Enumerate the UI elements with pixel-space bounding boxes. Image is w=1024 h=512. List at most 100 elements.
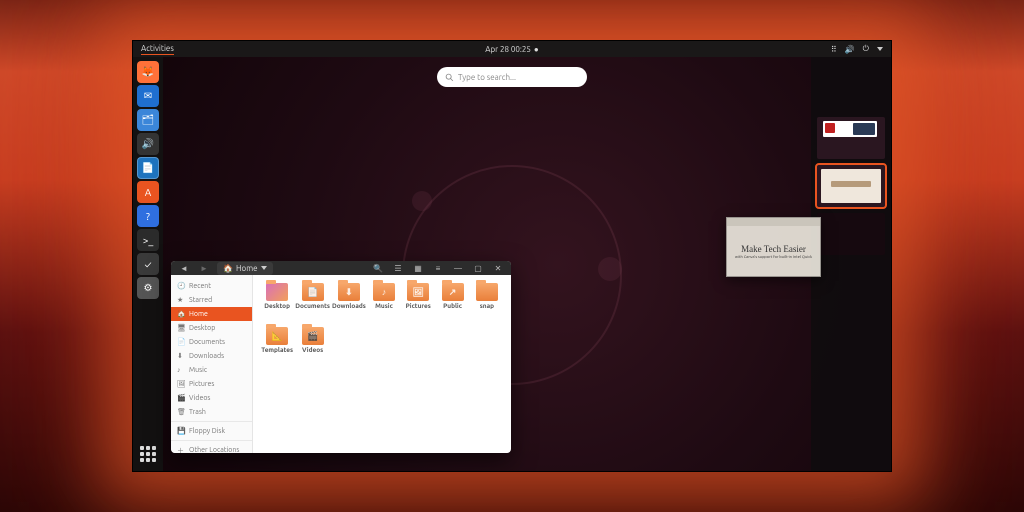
- sidebar-item-floppy-disk[interactable]: 💾 Floppy Disk: [171, 421, 252, 438]
- pictures-icon: 🖼: [177, 380, 185, 388]
- sidebar-item-label: Home: [189, 310, 208, 318]
- search-icon: [445, 73, 454, 82]
- workspace-thumb-2[interactable]: [817, 165, 885, 207]
- trash-icon: 🗑: [177, 408, 185, 416]
- sidebar-item-trash[interactable]: 🗑Trash: [171, 405, 252, 419]
- downloads-icon: ⬇: [177, 352, 185, 360]
- sidebar-item-starred[interactable]: ★Starred: [171, 293, 252, 307]
- dragged-window-title: Make Tech Easier: [741, 244, 806, 254]
- hamburger-button[interactable]: ≡: [431, 261, 445, 275]
- rhythmbox-icon[interactable]: 🔊: [137, 133, 159, 155]
- folder-icon: [266, 283, 288, 301]
- folder-snap[interactable]: snap: [471, 283, 503, 323]
- folder-documents[interactable]: 📄 Documents: [295, 283, 330, 323]
- workspace-switcher: [811, 57, 891, 471]
- folder-label: Desktop: [264, 303, 290, 310]
- sidebar-item-music[interactable]: ♪ Music: [171, 363, 252, 377]
- search-button[interactable]: 🔍: [371, 261, 385, 275]
- folder-icon: 📄: [302, 283, 324, 301]
- folder-public[interactable]: ↗Public: [436, 283, 468, 323]
- path-chevron-icon: [261, 266, 267, 270]
- workspace-thumb-3[interactable]: [817, 213, 885, 255]
- files-window[interactable]: ◄ ► 🏠 Home 🔍 ☰ ▦ ≡ — ▢ ✕: [171, 261, 511, 453]
- software-icon[interactable]: A: [137, 181, 159, 203]
- files-sidebar: 🕘Recent★Starred 🏠 Home 🖥Desktop 📄 Documents ⬇ D…: [171, 275, 253, 453]
- folder-downloads[interactable]: ⬇Downloads: [332, 283, 366, 323]
- top-bar: Activities Apr 28 00:25 ● ⠿ 🔊 ⏻: [133, 41, 891, 57]
- files-content: Desktop 📄 Documents⬇Downloads ♪ Music 🖼Pictur…: [253, 275, 511, 453]
- files-headerbar: ◄ ► 🏠 Home 🔍 ☰ ▦ ≡ — ▢ ✕: [171, 261, 511, 275]
- minimize-button[interactable]: —: [451, 261, 465, 275]
- view-list-button[interactable]: ☰: [391, 261, 405, 275]
- path-label: Home: [236, 264, 258, 273]
- settings-icon[interactable]: ⚙: [137, 277, 159, 299]
- home-icon: 🏠: [223, 264, 233, 273]
- sidebar-item-recent[interactable]: 🕘Recent: [171, 279, 252, 293]
- folder-desktop[interactable]: Desktop: [261, 283, 293, 323]
- sidebar-item-label: Videos: [189, 394, 210, 402]
- forward-button[interactable]: ►: [197, 261, 211, 275]
- folder-icon: ♪: [373, 283, 395, 301]
- writer-icon[interactable]: 📄: [137, 157, 159, 179]
- folder-templates[interactable]: 📐Templates: [261, 327, 293, 367]
- music-icon: ♪: [177, 366, 185, 374]
- path-bar[interactable]: 🏠 Home: [217, 262, 273, 275]
- folder-label: Templates: [261, 347, 293, 354]
- files-icon[interactable]: 🗂: [137, 109, 159, 131]
- workspace-thumb-1[interactable]: [817, 117, 885, 159]
- dock: 🦊✉🗂🔊📄A?>_✓⚙: [133, 57, 163, 471]
- activities-overview: 🦊✉🗂🔊📄A?>_✓⚙ Type to search...: [133, 57, 891, 471]
- terminal-icon[interactable]: >_: [137, 229, 159, 251]
- sidebar-item-videos[interactable]: 🎬 Videos: [171, 391, 252, 405]
- folder-pictures[interactable]: 🖼Pictures: [402, 283, 434, 323]
- sidebar-item-pictures[interactable]: 🖼 Pictures: [171, 377, 252, 391]
- home-icon: 🏠: [177, 310, 185, 318]
- thunderbird-icon[interactable]: ✉: [137, 85, 159, 107]
- sidebar-item-label: Floppy Disk: [189, 427, 225, 435]
- close-button[interactable]: ✕: [491, 261, 505, 275]
- chevron-down-icon[interactable]: [877, 47, 883, 51]
- view-grid-button[interactable]: ▦: [411, 261, 425, 275]
- folder-label: Music: [375, 303, 393, 310]
- dragged-window-subtitle: with Canva's support for built-in Intel …: [735, 254, 812, 259]
- folder-videos[interactable]: 🎬Videos: [295, 327, 330, 367]
- documents-icon: 📄: [177, 338, 185, 346]
- dragged-window-titlebar: [727, 218, 820, 226]
- help-icon[interactable]: ?: [137, 205, 159, 227]
- firefox-icon[interactable]: 🦊: [137, 61, 159, 83]
- folder-label: Documents: [295, 303, 330, 310]
- volume-icon[interactable]: 🔊: [845, 45, 855, 54]
- sidebar-item-documents[interactable]: 📄 Documents: [171, 335, 252, 349]
- sidebar-item-label: Documents: [189, 338, 225, 346]
- folder-label: Downloads: [332, 303, 366, 310]
- sidebar-item-desktop[interactable]: 🖥Desktop: [171, 321, 252, 335]
- folder-label: Videos: [302, 347, 323, 354]
- sidebar-item-label: Other Locations: [189, 446, 239, 453]
- sidebar-item-label: Pictures: [189, 380, 214, 388]
- sidebar-item-downloads[interactable]: ⬇ Downloads: [171, 349, 252, 363]
- sidebar-item-label: Desktop: [189, 324, 215, 332]
- maximize-button[interactable]: ▢: [471, 261, 485, 275]
- floppy-disk-icon: 💾: [177, 427, 185, 435]
- activities-button[interactable]: Activities: [141, 44, 174, 55]
- todo-icon[interactable]: ✓: [137, 253, 159, 275]
- folder-icon: 🖼: [407, 283, 429, 301]
- overview-search[interactable]: Type to search...: [437, 67, 587, 87]
- show-applications-button[interactable]: [137, 443, 159, 465]
- sidebar-item-label: Downloads: [189, 352, 224, 360]
- folder-icon: ↗: [442, 283, 464, 301]
- power-icon[interactable]: ⏻: [863, 44, 869, 54]
- sidebar-item-label: Starred: [189, 296, 212, 304]
- back-button[interactable]: ◄: [177, 261, 191, 275]
- folder-music[interactable]: ♪ Music: [368, 283, 400, 323]
- clock-label[interactable]: Apr 28 00:25: [485, 45, 531, 54]
- network-icon[interactable]: ⠿: [831, 45, 837, 54]
- sidebar-item-home[interactable]: 🏠 Home: [171, 307, 252, 321]
- other-locations-icon: ＋: [177, 446, 185, 453]
- sidebar-item-label: Music: [189, 366, 207, 374]
- dragged-window-preview[interactable]: Make Tech Easier with Canva's support fo…: [726, 217, 821, 277]
- sidebar-item-other-locations[interactable]: ＋ Other Locations: [171, 440, 252, 453]
- recent-icon: 🕘: [177, 282, 185, 290]
- clock-dot: ●: [534, 45, 539, 54]
- videos-icon: 🎬: [177, 394, 185, 402]
